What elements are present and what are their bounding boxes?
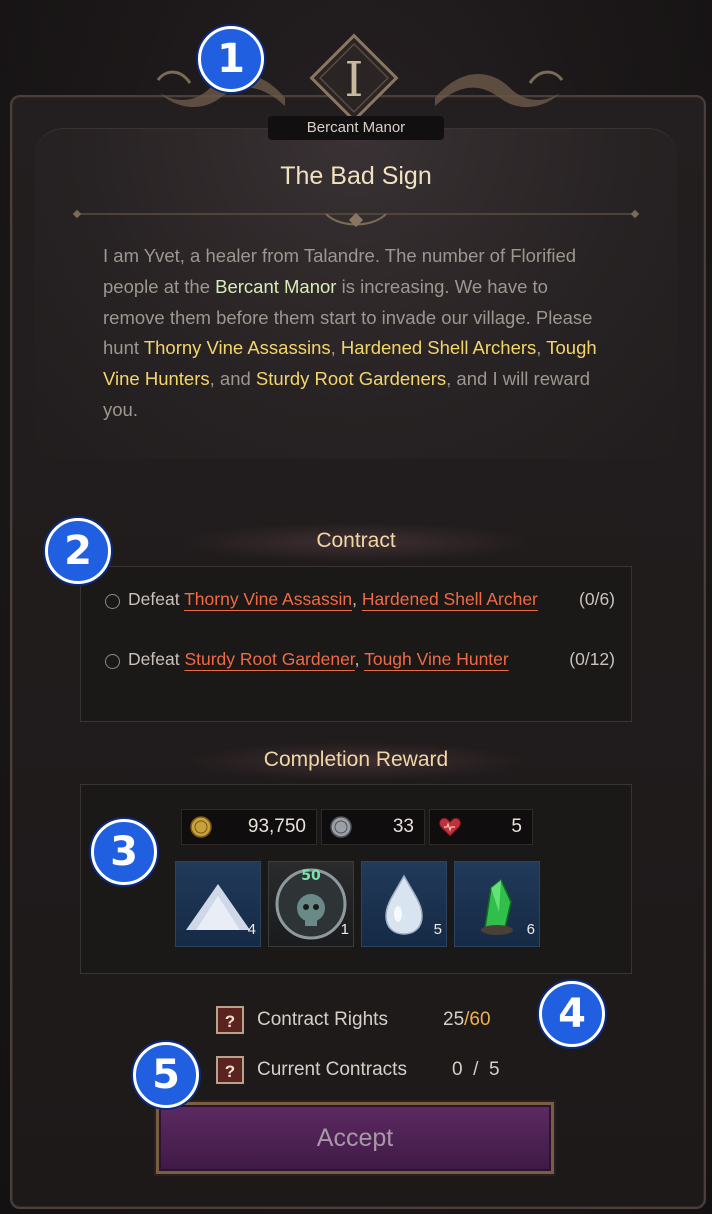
reward-heading: Completion Reward: [263, 748, 449, 771]
objective-progress: (0/12): [569, 649, 615, 669]
currency-value: 33: [392, 816, 414, 837]
region-name: Bercant Manor: [268, 116, 444, 140]
item-count: 6: [526, 921, 535, 938]
contract-rights-label: Contract Rights: [257, 1009, 388, 1030]
emblem-numeral: I: [345, 52, 364, 108]
objective-separator: ,: [352, 589, 362, 609]
reward-item-slot[interactable]: 4: [175, 861, 261, 947]
reward-item-slot[interactable]: 6: [454, 861, 540, 947]
objective-status-icon: [105, 594, 120, 609]
reward-item-slot[interactable]: 50 1: [268, 861, 354, 947]
description-text: , and: [209, 368, 256, 390]
current-contracts-value: 0 / 5: [452, 1059, 500, 1080]
chapter-emblem-icon: I: [309, 33, 399, 123]
gold-coin-icon: [190, 816, 212, 838]
description-text: ,: [330, 337, 341, 359]
objective-target-link[interactable]: Sturdy Root Gardener: [184, 649, 354, 669]
annotation-badge: 1: [198, 26, 264, 92]
item-count: 1: [340, 921, 349, 938]
objective-target-link[interactable]: Tough Vine Hunter: [364, 649, 509, 669]
target-highlight: Thorny Vine Assassins: [143, 337, 331, 359]
current-contracts-label: Current Contracts: [257, 1059, 407, 1080]
target-highlight: Sturdy Root Gardeners: [255, 368, 447, 390]
contract-rights-value: 25/60: [443, 1009, 491, 1031]
objective-progress: (0/6): [579, 589, 615, 609]
heart-icon: [439, 817, 461, 837]
currency-value: 5: [511, 816, 522, 837]
objective-separator: ,: [354, 649, 365, 669]
objective-text: Defeat Thorny Vine Assassin, Hardened Sh…: [128, 585, 538, 614]
contract-objectives: Defeat Thorny Vine Assassin, Hardened Sh…: [80, 566, 632, 722]
help-icon[interactable]: ?: [216, 1006, 244, 1034]
item-count: 4: [247, 921, 256, 938]
reward-panel: 93,750 33 5 4 50 1 5 6: [80, 784, 632, 974]
objective-target-link[interactable]: Hardened Shell Archer: [362, 589, 538, 609]
item-level: 50: [301, 868, 321, 884]
currency-silver: 33: [321, 809, 425, 845]
silver-coin-icon: [330, 816, 352, 838]
objective-text: Defeat Sturdy Root Gardener, Tough Vine …: [128, 645, 538, 674]
quest-title: The Bad Sign: [280, 162, 432, 190]
contract-rights-max: 60: [469, 1009, 491, 1030]
title-divider: [72, 209, 640, 228]
annotation-badge: 4: [539, 981, 605, 1047]
target-highlight: Hardened Shell Archers: [340, 337, 537, 359]
currency-heart: 5: [429, 809, 533, 845]
annotation-badge: 2: [45, 518, 111, 584]
annotation-badge: 5: [133, 1042, 199, 1108]
reward-item-slot[interactable]: 5: [361, 861, 447, 947]
currency-value: 93,750: [247, 816, 306, 837]
annotation-badge: 3: [91, 819, 157, 885]
objective-target-link[interactable]: Thorny Vine Assassin: [184, 589, 352, 609]
objective-verb: Defeat: [128, 589, 180, 609]
right-ornament-icon: [435, 70, 564, 108]
location-highlight: Bercant Manor: [215, 275, 337, 297]
item-count: 5: [433, 921, 442, 938]
objective-verb: Defeat: [128, 649, 180, 669]
quest-description: I am Yvet, a healer from Talandre. The n…: [103, 241, 613, 426]
accept-button[interactable]: Accept: [156, 1102, 554, 1174]
objective-status-icon: [105, 654, 120, 669]
description-text: ,: [536, 337, 547, 359]
currency-gold: 93,750: [181, 809, 317, 845]
help-icon[interactable]: ?: [216, 1056, 244, 1084]
contract-rights-current: 25: [443, 1009, 465, 1030]
